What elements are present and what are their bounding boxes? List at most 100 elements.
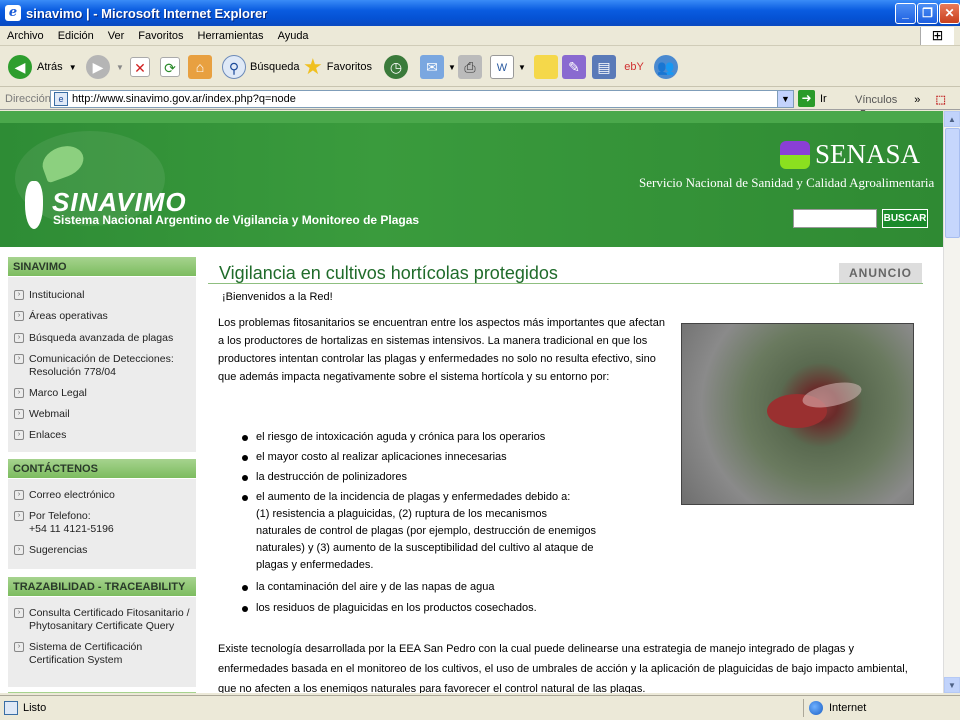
site-search-input[interactable] (793, 209, 877, 228)
list-item: los residuos de plaguicidas en los produ… (240, 600, 537, 617)
ie-icon: e (5, 5, 21, 21)
address-label: Dirección (5, 92, 51, 105)
bullet-arrow-icon: › (14, 409, 24, 419)
list-item: el mayor costo al realizar aplicaciones … (240, 449, 507, 466)
sidebar-item-marco-legal[interactable]: › Marco Legal (14, 387, 87, 400)
sidebar-item-enlaces[interactable]: › Enlaces (14, 429, 66, 442)
site-search-button[interactable]: BUSCAR (882, 209, 928, 228)
title-bar: e sinavimo | - Microsoft Internet Explor… (0, 0, 960, 26)
scroll-thumb[interactable] (945, 128, 960, 238)
browser-window: e sinavimo | - Microsoft Internet Explor… (0, 0, 960, 720)
forward-dropdown-icon[interactable]: ▼ (116, 63, 124, 72)
close-button[interactable]: ✕ (939, 3, 960, 24)
address-bar: Dirección e http://www.sinavimo.gov.ar/i… (0, 88, 960, 117)
senasa-subtitle: Servicio Nacional de Sanidad y Calidad A… (639, 175, 935, 190)
security-zone[interactable]: Internet (803, 699, 866, 717)
scroll-up-icon[interactable]: ▲ (944, 111, 960, 127)
bullet-arrow-icon: › (14, 354, 24, 364)
research-button[interactable]: ▤ (592, 53, 616, 81)
history-button[interactable]: ◷ (384, 53, 408, 81)
sidebar-item-certificacion[interactable]: › Sistema de Certificación Certification … (14, 641, 142, 667)
notes-button[interactable] (534, 53, 558, 81)
title-divider (208, 283, 923, 284)
bullet-arrow-icon: › (14, 490, 24, 500)
bullet-arrow-icon: › (14, 608, 24, 618)
sidebar-item-comunicacion[interactable]: › Comunicación de Detecciones: Resolución… (14, 353, 174, 379)
globe-icon (809, 701, 823, 715)
users-button[interactable]: 👥 (654, 53, 678, 81)
addon-button[interactable]: ebY (622, 53, 646, 81)
sidebar: SINAVIMO › Institucional › Áreas operativa… (0, 247, 203, 693)
sidebar-next-section (8, 692, 196, 693)
sidebar-section-title: SINAVIMO (8, 257, 196, 277)
menu-herramientas[interactable]: Herramientas (191, 30, 271, 42)
sidebar-item-correo[interactable]: › Correo electrónico (14, 489, 115, 502)
bullet-arrow-icon: › (14, 388, 24, 398)
links-chevron-icon[interactable]: » (914, 94, 920, 106)
minimize-button[interactable]: _ (895, 3, 916, 24)
favorites-label: Favoritos (326, 61, 372, 73)
senasa-name[interactable]: SENASA (815, 139, 920, 170)
page-status-icon (4, 701, 18, 715)
bullet-arrow-icon: › (14, 311, 24, 321)
menu-bar: Archivo Edición Ver Favoritos Herramient… (0, 26, 960, 46)
go-label: Ir (820, 92, 827, 105)
back-dropdown-icon[interactable]: ▼ (69, 63, 77, 72)
messenger-icon: ✎ (562, 55, 586, 79)
header-stripe (0, 111, 943, 123)
search-button[interactable]: ⚲ Búsqueda (222, 53, 300, 81)
print-button[interactable]: ⎙ (458, 53, 482, 81)
vertical-scrollbar[interactable]: ▲ ▼ (943, 111, 960, 693)
refresh-icon: ⟳ (160, 57, 180, 77)
mail-button[interactable]: ✉ ▼ (420, 53, 456, 81)
windows-flag-icon: ⊞ (920, 27, 954, 45)
sidebar-item-telefono[interactable]: › Por Telefono: +54 11 4121-5196 (14, 510, 114, 536)
links-label: Vínculos (855, 94, 898, 106)
sidebar-item-busqueda[interactable]: › Búsqueda avanzada de plagas (14, 332, 173, 345)
sidebar-item-areas[interactable]: › Áreas operativas (14, 310, 108, 323)
menu-ayuda[interactable]: Ayuda (271, 30, 316, 42)
forward-button[interactable]: ▶ ▼ (86, 53, 124, 81)
announcement-badge: ANUNCIO (839, 263, 922, 283)
maximize-button[interactable]: ❐ (917, 3, 938, 24)
bullet-arrow-icon: › (14, 642, 24, 652)
status-text: Listo (23, 702, 47, 714)
go-button[interactable]: ➜ Ir (798, 90, 827, 107)
address-url[interactable]: http://www.sinavimo.gov.ar/index.php?q=n… (72, 93, 296, 105)
window-title: sinavimo | - Microsoft Internet Explorer (26, 5, 268, 21)
notes-icon (534, 55, 558, 79)
page-title: Vigilancia en cultivos hortícolas proteg… (219, 263, 558, 283)
mail-dropdown-icon[interactable]: ▼ (448, 63, 456, 72)
sidebar-section-sinavimo: SINAVIMO › Institucional › Áreas operativa… (8, 257, 196, 452)
address-dropdown-icon[interactable]: ▼ (777, 91, 793, 107)
sidebar-section-title: TRAZABILIDAD - TRACEABILITY (8, 577, 196, 597)
back-label: Atrás (37, 61, 63, 73)
closing-paragraph: Existe tecnología desarrollada por la EE… (218, 643, 908, 693)
pdf-icon[interactable]: ⬚ (935, 94, 945, 106)
edit-button[interactable]: W ▼ (490, 53, 526, 81)
list-item: la contaminación del aire y de las napas… (240, 579, 495, 596)
refresh-button[interactable]: ⟳ (160, 53, 180, 81)
toolbar: ◀ Atrás ▼ ▶ ▼ ✕ ⟳ ⌂ ⚲ Búsqueda ★ Favorit… (0, 47, 960, 87)
site-header: SINAVIMO Sistema Nacional Argentino de V… (0, 111, 943, 247)
sidebar-item-institucional[interactable]: › Institucional (14, 289, 84, 302)
menu-archivo[interactable]: Archivo (0, 30, 51, 42)
menu-favoritos[interactable]: Favoritos (131, 30, 190, 42)
sidebar-item-sugerencias[interactable]: › Sugerencias (14, 544, 87, 557)
page-viewport: SINAVIMO Sistema Nacional Argentino de V… (0, 111, 943, 693)
back-button[interactable]: ◀ Atrás ▼ (8, 53, 77, 81)
messenger-button[interactable]: ✎ (562, 53, 586, 81)
sidebar-item-webmail[interactable]: › Webmail (14, 408, 70, 421)
sidebar-item-certificado[interactable]: › Consulta Certificado Fitosanitario / Ph… (14, 607, 190, 633)
scroll-down-icon[interactable]: ▼ (944, 677, 960, 693)
stop-button[interactable]: ✕ (130, 53, 150, 81)
menu-ver[interactable]: Ver (101, 30, 132, 42)
menu-edicion[interactable]: Edición (51, 30, 101, 42)
favorites-button[interactable]: ★ Favoritos (303, 53, 372, 81)
edit-dropdown-icon[interactable]: ▼ (518, 63, 526, 72)
search-label: Búsqueda (250, 61, 300, 73)
home-button[interactable]: ⌂ (188, 53, 212, 81)
address-input[interactable]: e http://www.sinavimo.gov.ar/index.php?q… (50, 90, 794, 108)
pest-photo (681, 323, 914, 505)
logo-stem-icon (25, 181, 43, 229)
